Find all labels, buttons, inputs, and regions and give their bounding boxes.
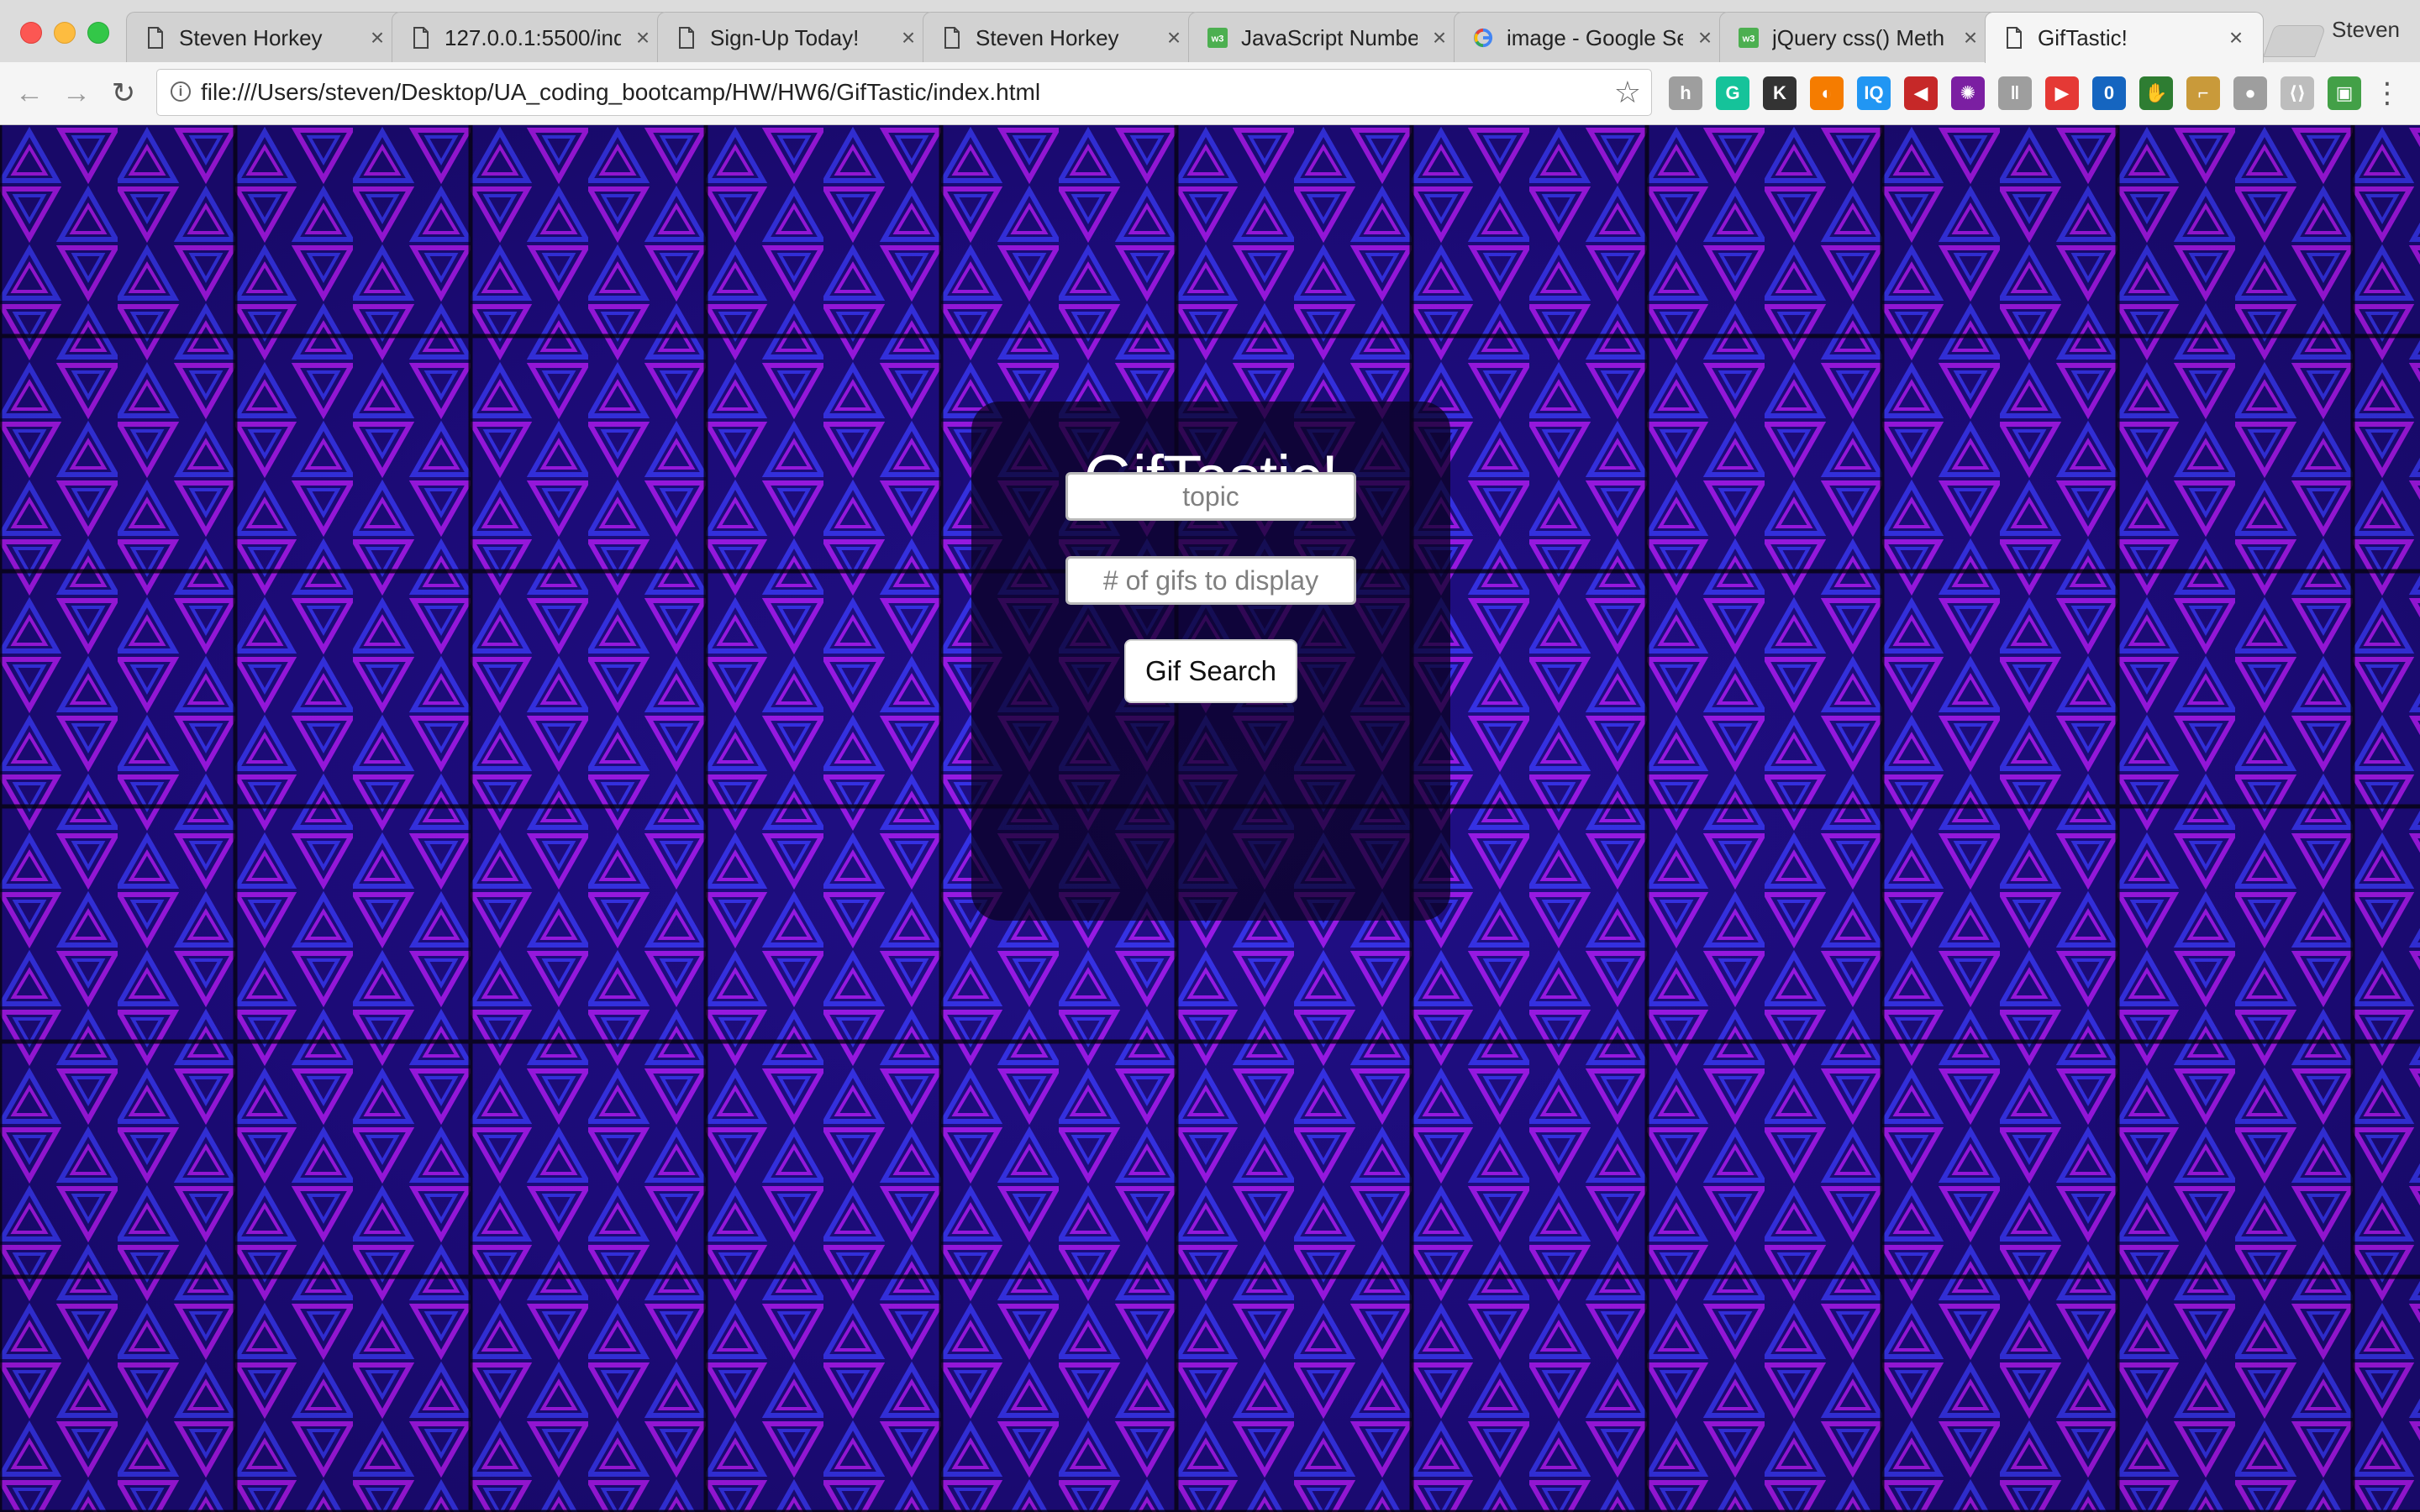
- page-icon: [942, 26, 962, 50]
- page-icon: [676, 26, 697, 50]
- browser-toolbar: ← → ↻ i file:///Users/steven/Desktop/UA_…: [0, 62, 2420, 125]
- forward-button[interactable]: →: [60, 77, 92, 109]
- browser-menu-icon[interactable]: ⋮: [2373, 77, 2402, 109]
- youtube-extension-icon[interactable]: ▶: [2045, 76, 2079, 110]
- volume-extension-icon[interactable]: ◀: [1904, 76, 1938, 110]
- page-icon: [145, 26, 166, 50]
- code-extension-icon[interactable]: ⟨⟩: [2281, 76, 2314, 110]
- profile-name[interactable]: Steven: [2332, 17, 2400, 43]
- reload-button[interactable]: ↻: [108, 77, 139, 109]
- tab-title: JavaScript Numbe: [1241, 25, 1418, 50]
- tab-title: Steven Horkey: [179, 25, 323, 50]
- honey-extension-icon[interactable]: h: [1669, 76, 1702, 110]
- tab-title: jQuery css() Meth: [1772, 25, 1945, 50]
- w3schools-icon: w3: [1207, 26, 1228, 50]
- bulb-extension-icon[interactable]: ●: [2233, 76, 2267, 110]
- page-icon: [2004, 26, 2024, 50]
- tab-title: image - Google Se: [1507, 25, 1683, 50]
- tab-close-icon[interactable]: ×: [1693, 24, 1717, 50]
- tab-title: GifTastic!: [2038, 25, 2128, 50]
- arrow-left-icon: ←: [15, 77, 44, 109]
- back-button[interactable]: ←: [13, 77, 45, 109]
- page-icon: [411, 26, 431, 50]
- browser-tab[interactable]: Steven Horkey ×: [923, 12, 1202, 62]
- extensions-bar: h G K ◐ IQ ◀ ✺ ‖ ▶ 0 ✋ ⌐ ● ⟨⟩ ▣: [1669, 76, 2361, 111]
- arrow-right-icon: →: [62, 77, 91, 109]
- svg-text:w3: w3: [1211, 34, 1224, 45]
- save-extension-icon[interactable]: ▣: [2328, 76, 2361, 110]
- palette-extension-icon[interactable]: ✺: [1951, 76, 1985, 110]
- svg-text:w3: w3: [1742, 34, 1755, 45]
- k-extension-icon[interactable]: K: [1763, 76, 1797, 110]
- badge-extension-icon[interactable]: 0: [2092, 76, 2126, 110]
- grammarly-extension-icon[interactable]: G: [1716, 76, 1749, 110]
- gif-count-input[interactable]: [1065, 556, 1356, 605]
- maximize-window-button[interactable]: [87, 22, 109, 44]
- tab-title: Steven Horkey: [976, 25, 1119, 50]
- tab-title: Sign-Up Today!: [710, 25, 860, 50]
- browser-tab[interactable]: w3 JavaScript Numbe ×: [1188, 12, 1467, 62]
- tab-close-icon[interactable]: ×: [897, 24, 920, 50]
- browser-tab-bar: Steven Horkey × 127.0.0.1:5500/ind × Sign-Up…: [0, 0, 2420, 63]
- tab-title: 127.0.0.1:5500/ind: [445, 25, 621, 50]
- browser-tab[interactable]: Sign-Up Today! ×: [657, 12, 936, 62]
- info-icon[interactable]: i: [171, 81, 191, 102]
- browser-tab[interactable]: image - Google Se ×: [1454, 12, 1733, 62]
- tab-close-icon[interactable]: ×: [1428, 24, 1451, 50]
- browser-tab[interactable]: Steven Horkey ×: [126, 12, 405, 62]
- page-viewport: GifTastic! Add a Topic Gif Search: [0, 125, 2420, 1512]
- browser-tab[interactable]: 127.0.0.1:5500/ind ×: [392, 12, 671, 62]
- bookmark-star-icon[interactable]: ☆: [1614, 75, 1641, 110]
- hand-extension-icon[interactable]: ✋: [2139, 76, 2173, 110]
- google-icon: [1473, 26, 1493, 50]
- tab-close-icon[interactable]: ×: [366, 24, 389, 50]
- address-bar[interactable]: i file:///Users/steven/Desktop/UA_coding…: [156, 69, 1652, 116]
- close-window-button[interactable]: [20, 22, 42, 44]
- browser-tab[interactable]: GifTastic! ×: [1985, 12, 2264, 63]
- tab-close-icon[interactable]: ×: [1959, 24, 1982, 50]
- gif-search-button[interactable]: Gif Search: [1124, 639, 1297, 703]
- url-text[interactable]: file:///Users/steven/Desktop/UA_coding_b…: [201, 70, 1040, 115]
- iq-extension-icon[interactable]: IQ: [1857, 76, 1891, 110]
- color-extension-icon[interactable]: ◐: [1810, 76, 1844, 110]
- tool-extension-icon[interactable]: ⌐: [2186, 76, 2220, 110]
- w3schools-icon: w3: [1739, 26, 1759, 50]
- topic-input[interactable]: [1065, 472, 1356, 521]
- tab-close-icon[interactable]: ×: [631, 24, 655, 50]
- search-card: GifTastic! Add a Topic Gif Search: [971, 402, 1450, 921]
- browser-tab[interactable]: w3 jQuery css() Meth ×: [1719, 12, 1998, 62]
- minimize-window-button[interactable]: [54, 22, 76, 44]
- tab-close-icon[interactable]: ×: [1162, 24, 1186, 50]
- new-tab-button[interactable]: [2263, 25, 2327, 57]
- ruler-extension-icon[interactable]: ‖: [1998, 76, 2032, 110]
- reload-icon: ↻: [111, 77, 136, 109]
- tab-close-icon[interactable]: ×: [2224, 24, 2248, 50]
